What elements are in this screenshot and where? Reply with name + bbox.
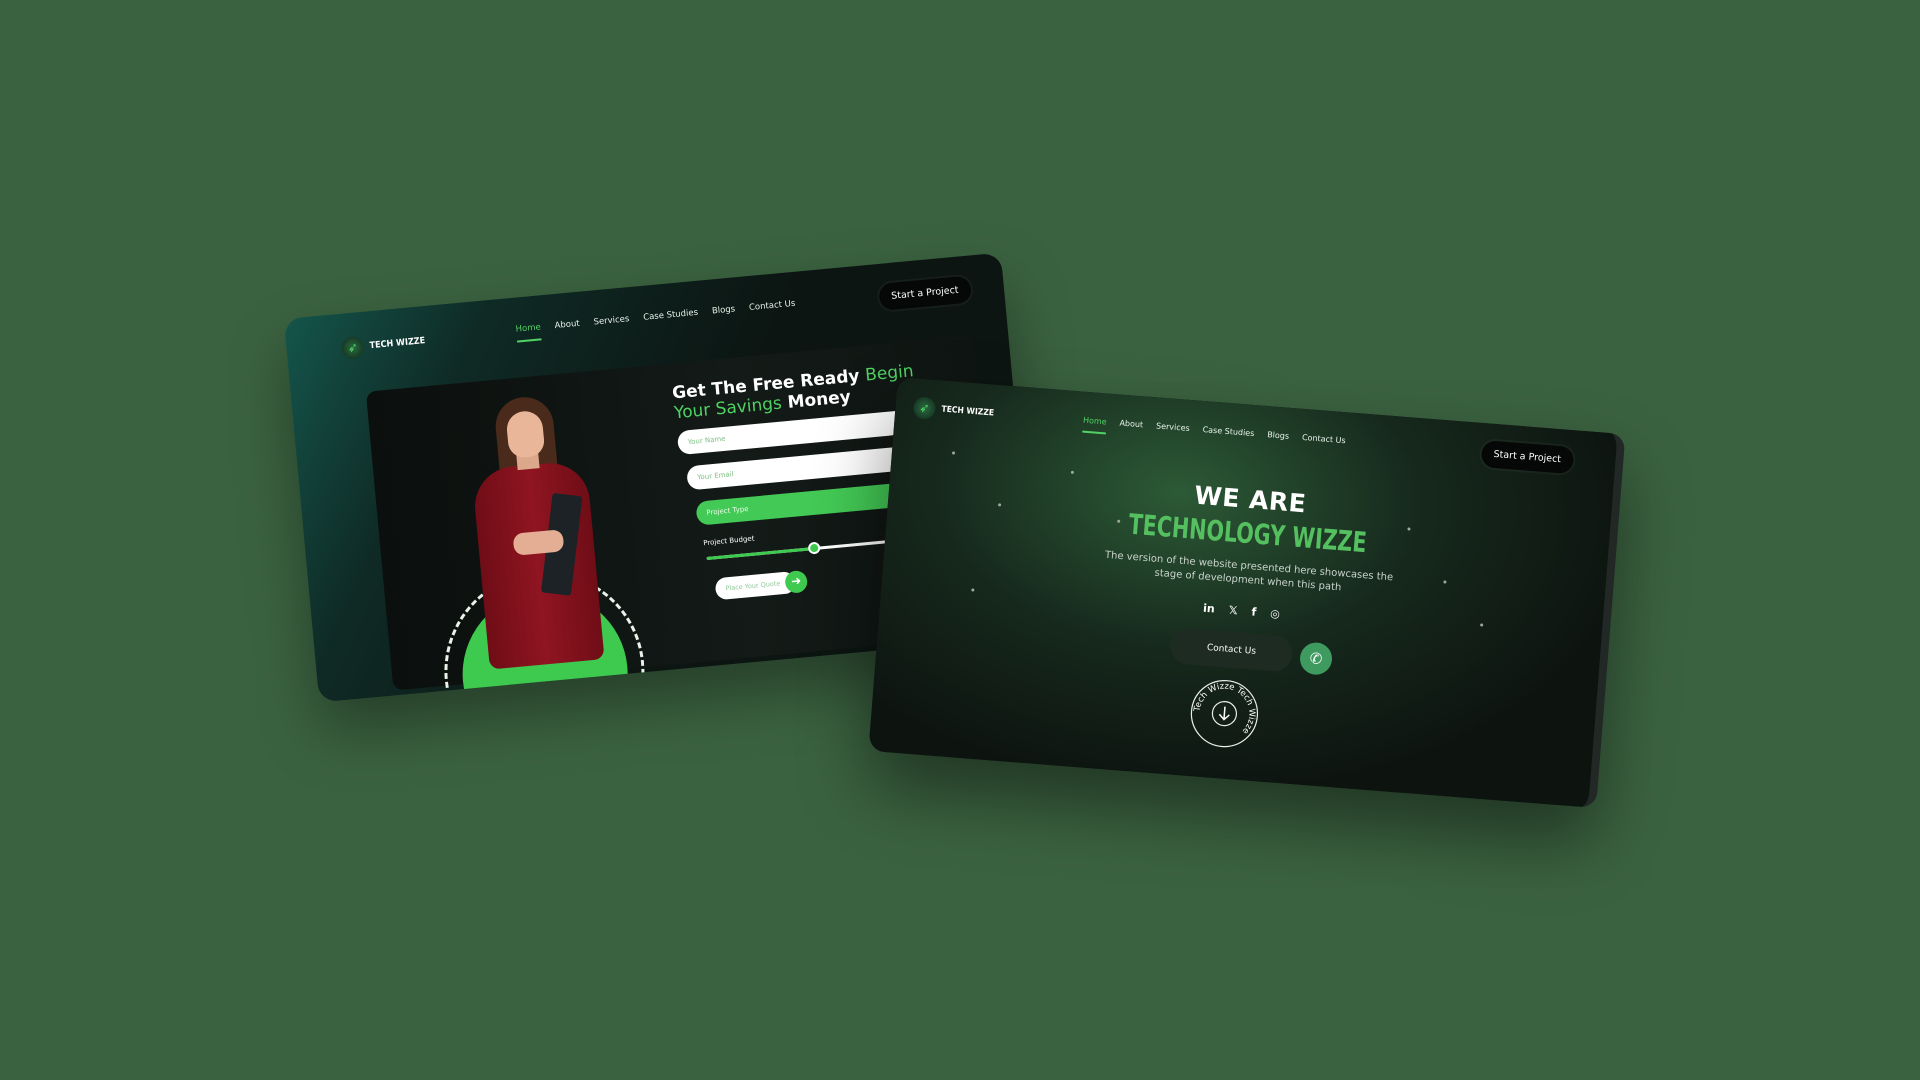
scroll-down-badge[interactable]: Tech Wizze Tech Wizze xyxy=(1188,677,1261,750)
start-project-button[interactable]: Start a Project xyxy=(878,275,972,311)
arrow-down-icon xyxy=(1218,706,1230,721)
nav-home[interactable]: Home xyxy=(1083,416,1107,427)
nav-about[interactable]: About xyxy=(1119,418,1143,429)
network-dot xyxy=(1443,580,1447,584)
nav-contact[interactable]: Contact Us xyxy=(749,299,796,313)
nav-about[interactable]: About xyxy=(554,319,580,331)
brand-name: TECH WIZZE xyxy=(941,404,995,419)
brand[interactable]: ➶ TECH WIZZE xyxy=(912,396,995,424)
jacket xyxy=(471,459,605,670)
tech-wizze-logo-icon: ➶ xyxy=(912,396,937,420)
mockup-stage: ➶ TECH WIZZE Home About Services Case St… xyxy=(0,0,1920,1080)
nav-blogs[interactable]: Blogs xyxy=(1267,430,1289,441)
nav-services[interactable]: Services xyxy=(1156,421,1190,433)
nav-contact[interactable]: Contact Us xyxy=(1302,433,1346,445)
whatsapp-icon[interactable]: ✆ xyxy=(1298,641,1334,676)
screen-hero: ➶ TECH WIZZE Home About Services Case St… xyxy=(868,376,1626,809)
start-project-button[interactable]: Start a Project xyxy=(1480,440,1574,475)
nav-blogs[interactable]: Blogs xyxy=(712,304,736,316)
facebook-icon[interactable]: f xyxy=(1251,605,1257,618)
brand-name: TECH WIZZE xyxy=(369,336,426,352)
budget-label: Project Budget xyxy=(702,534,755,548)
nav-links: Home About Services Case Studies Blogs C… xyxy=(1083,416,1346,446)
model-photo xyxy=(455,392,610,683)
instagram-icon[interactable]: ◎ xyxy=(1270,607,1281,621)
x-twitter-icon[interactable]: 𝕏 xyxy=(1228,604,1238,618)
budget-slider-fill xyxy=(706,547,815,561)
nav-case-studies[interactable]: Case Studies xyxy=(1202,425,1254,438)
nav-case-studies[interactable]: Case Studies xyxy=(643,308,699,323)
nav-home[interactable]: Home xyxy=(515,322,541,334)
brand[interactable]: ➶ TECH WIZZE xyxy=(340,330,426,360)
quote-input[interactable]: Place Your Quote xyxy=(714,571,797,601)
nav-services[interactable]: Services xyxy=(593,314,630,327)
budget-slider-handle[interactable] xyxy=(807,541,821,555)
tech-wizze-logo-icon: ➶ xyxy=(340,335,365,360)
linkedin-icon[interactable]: in xyxy=(1203,602,1216,616)
contact-us-button[interactable]: Contact Us xyxy=(1169,627,1294,673)
nav-links: Home About Services Case Studies Blogs C… xyxy=(515,299,796,335)
network-dot xyxy=(951,451,956,455)
